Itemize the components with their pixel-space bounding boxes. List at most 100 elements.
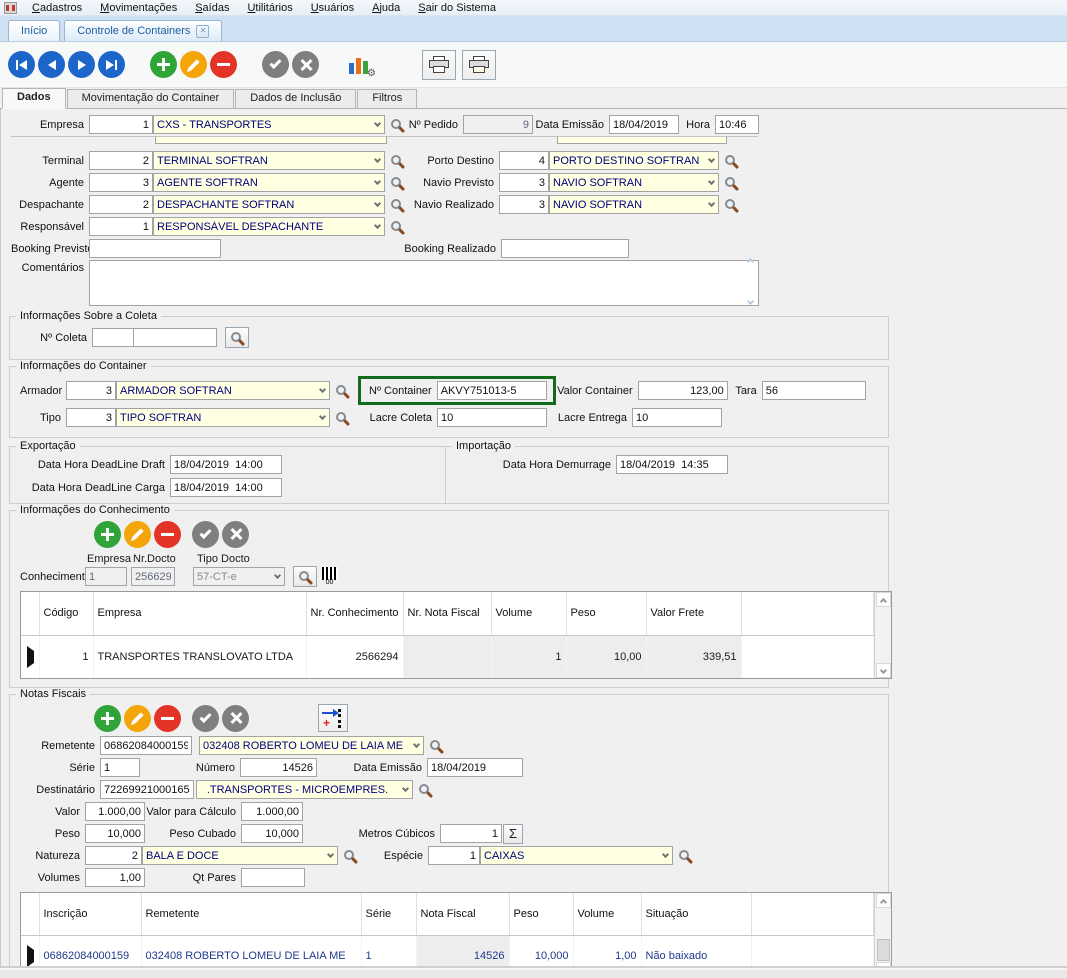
especie-combo[interactable]: CAIXAS bbox=[480, 846, 673, 865]
tab-dados-de-inclusao[interactable]: Dados de Inclusão bbox=[235, 89, 356, 108]
print-preview-button[interactable] bbox=[422, 50, 456, 80]
nav-next-button[interactable] bbox=[68, 51, 95, 78]
tab-inicio[interactable]: Início bbox=[8, 20, 60, 41]
notas-add-button[interactable] bbox=[94, 705, 121, 732]
data-emissao-input[interactable] bbox=[609, 115, 679, 134]
terminal-combo[interactable]: TERMINAL SOFTRAN bbox=[153, 151, 385, 170]
chevron-down-icon[interactable] bbox=[704, 174, 718, 191]
tipo-combo[interactable]: TIPO SOFTRAN bbox=[116, 408, 330, 427]
chevron-down-icon[interactable] bbox=[658, 847, 672, 864]
comentarios-scrollbar[interactable] bbox=[743, 260, 758, 306]
conhecimento-confirm-button[interactable] bbox=[192, 521, 219, 548]
navio-realizado-search-icon[interactable] bbox=[725, 199, 735, 209]
notas-delete-button[interactable] bbox=[154, 705, 181, 732]
scroll-up-icon[interactable] bbox=[876, 592, 891, 607]
tipo-code-input[interactable] bbox=[66, 408, 116, 427]
armador-combo[interactable]: ARMADOR SOFTRAN bbox=[116, 381, 330, 400]
print-button[interactable] bbox=[462, 50, 496, 80]
scrollbar-thumb[interactable] bbox=[877, 939, 890, 961]
natureza-combo[interactable]: BALA E DOCE bbox=[142, 846, 338, 865]
sum-button[interactable]: Σ bbox=[503, 824, 523, 844]
conhecimento-edit-button[interactable] bbox=[124, 521, 151, 548]
menu-cadastros[interactable]: Cadastros bbox=[23, 1, 91, 15]
chevron-down-icon[interactable] bbox=[315, 382, 329, 399]
comentarios-textarea[interactable] bbox=[89, 260, 759, 306]
deadline-draft-input[interactable] bbox=[170, 455, 282, 474]
remetente-code-input[interactable] bbox=[100, 736, 192, 755]
menu-ajuda[interactable]: Ajuda bbox=[363, 1, 409, 15]
notas-confirm-button[interactable] bbox=[192, 705, 219, 732]
tab-dados[interactable]: Dados bbox=[2, 88, 66, 109]
qt-pares-input[interactable] bbox=[241, 868, 305, 887]
chevron-down-icon[interactable] bbox=[409, 737, 423, 754]
destinatario-combo[interactable]: .TRANSPORTES - MICROEMPRES. bbox=[196, 780, 413, 799]
valor-input[interactable] bbox=[85, 802, 145, 821]
tab-filtros[interactable]: Filtros bbox=[357, 89, 417, 108]
conhecimento-search-button[interactable] bbox=[293, 566, 317, 587]
tab-movimentacao-do-container[interactable]: Movimentação do Container bbox=[67, 89, 235, 108]
remetente-search-icon[interactable] bbox=[430, 740, 440, 750]
responsavel-combo[interactable]: RESPONSÁVEL DESPACHANTE bbox=[153, 217, 385, 236]
numero-container-input[interactable] bbox=[437, 381, 547, 400]
navio-realizado-combo[interactable]: NAVIO SOFTRAN bbox=[549, 195, 719, 214]
conhecimento-delete-button[interactable] bbox=[154, 521, 181, 548]
booking-previsto-input[interactable] bbox=[89, 239, 221, 258]
menu-saidas[interactable]: Saídas bbox=[186, 1, 238, 15]
chevron-down-icon[interactable] bbox=[398, 781, 412, 798]
especie-code-input[interactable] bbox=[428, 846, 480, 865]
porto-destino-combo[interactable]: PORTO DESTINO SOFTRAN bbox=[549, 151, 719, 170]
chevron-down-icon[interactable] bbox=[323, 847, 337, 864]
cancel-button[interactable] bbox=[292, 51, 319, 78]
conhecimento-add-button[interactable] bbox=[94, 521, 121, 548]
add-button[interactable] bbox=[150, 51, 177, 78]
confirm-button[interactable] bbox=[262, 51, 289, 78]
chevron-down-icon[interactable] bbox=[370, 196, 384, 213]
conhecimento-table[interactable]: Código Empresa Nr. Conhecimento Nr. Nota… bbox=[21, 592, 874, 678]
despachante-code-input[interactable] bbox=[89, 195, 153, 214]
numero-coleta-input-2[interactable] bbox=[133, 328, 217, 347]
table-row[interactable]: 1 TRANSPORTES TRANSLOVATO LTDA 2566294 1… bbox=[21, 635, 874, 678]
navio-previsto-code-input[interactable] bbox=[499, 173, 549, 192]
empresa-code-input[interactable] bbox=[89, 115, 153, 134]
edit-button[interactable] bbox=[180, 51, 207, 78]
peso-cubado-input[interactable] bbox=[241, 824, 303, 843]
armador-code-input[interactable] bbox=[66, 381, 116, 400]
especie-search-icon[interactable] bbox=[679, 850, 689, 860]
serie-input[interactable] bbox=[100, 758, 140, 777]
scroll-down-icon[interactable] bbox=[876, 663, 891, 678]
agente-combo[interactable]: AGENTE SOFTRAN bbox=[153, 173, 385, 192]
chart-settings-button[interactable]: ⚙ bbox=[346, 51, 376, 79]
responsavel-code-input[interactable] bbox=[89, 217, 153, 236]
lacre-entrega-input[interactable] bbox=[632, 408, 722, 427]
agente-code-input[interactable] bbox=[89, 173, 153, 192]
navio-previsto-search-icon[interactable] bbox=[725, 177, 735, 187]
terminal-search-icon[interactable] bbox=[391, 155, 401, 165]
valor-container-input[interactable] bbox=[638, 381, 728, 400]
tipo-search-icon[interactable] bbox=[336, 412, 346, 422]
notas-grid-scrollbar[interactable] bbox=[874, 893, 891, 977]
numero-input[interactable] bbox=[240, 758, 317, 777]
nav-last-button[interactable] bbox=[98, 51, 125, 78]
chevron-down-icon[interactable] bbox=[704, 196, 718, 213]
tab-controle-de-containers[interactable]: Controle de Containers ✕ bbox=[64, 20, 222, 41]
chevron-down-icon[interactable] bbox=[315, 409, 329, 426]
porto-destino-code-input[interactable] bbox=[499, 151, 549, 170]
natureza-code-input[interactable] bbox=[85, 846, 142, 865]
metros-cubicos-input[interactable] bbox=[440, 824, 502, 843]
despachante-search-icon[interactable] bbox=[391, 199, 401, 209]
navio-realizado-code-input[interactable] bbox=[499, 195, 549, 214]
empresa-combo[interactable]: CXS - TRANSPORTES bbox=[153, 115, 385, 134]
natureza-search-icon[interactable] bbox=[344, 850, 354, 860]
numero-coleta-input-1[interactable] bbox=[92, 328, 134, 347]
volumes-input[interactable] bbox=[85, 868, 145, 887]
tara-input[interactable] bbox=[762, 381, 866, 400]
navio-previsto-combo[interactable]: NAVIO SOFTRAN bbox=[549, 173, 719, 192]
porto-destino-search-icon[interactable] bbox=[725, 155, 735, 165]
menu-sair[interactable]: Sair do Sistema bbox=[409, 1, 505, 15]
menu-usuarios[interactable]: Usuários bbox=[302, 1, 363, 15]
deadline-carga-input[interactable] bbox=[170, 478, 282, 497]
peso-input[interactable] bbox=[85, 824, 145, 843]
demurrage-input[interactable] bbox=[616, 455, 728, 474]
scroll-up-icon[interactable] bbox=[876, 893, 891, 908]
import-notas-button[interactable]: + bbox=[318, 704, 348, 732]
